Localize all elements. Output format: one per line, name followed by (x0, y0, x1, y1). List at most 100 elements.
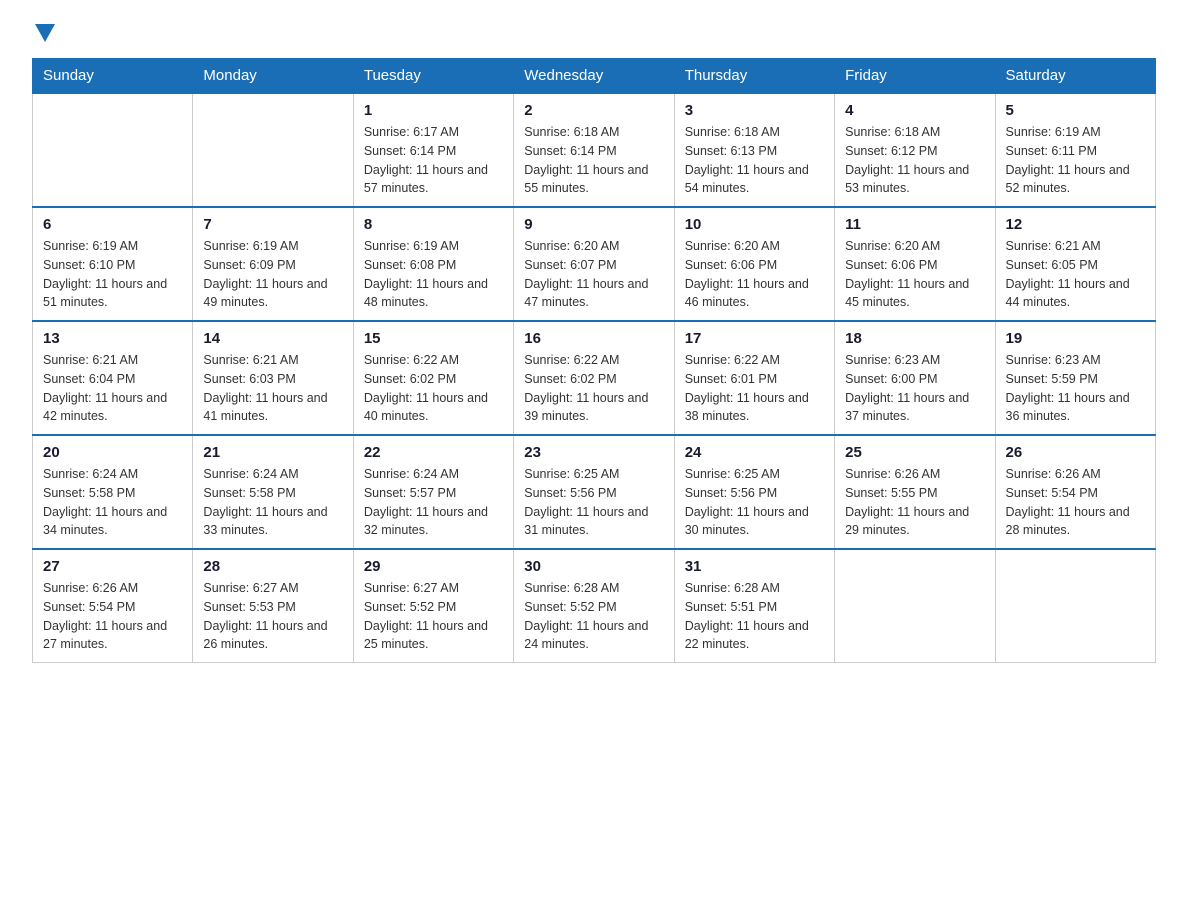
column-header-tuesday: Tuesday (353, 59, 513, 94)
day-number: 21 (203, 444, 342, 461)
day-number: 22 (364, 444, 503, 461)
day-info: Sunrise: 6:18 AM Sunset: 6:12 PM Dayligh… (845, 123, 984, 198)
day-number: 6 (43, 216, 182, 233)
day-info: Sunrise: 6:26 AM Sunset: 5:55 PM Dayligh… (845, 465, 984, 540)
week-row-1: 1 Sunrise: 6:17 AM Sunset: 6:14 PM Daylig… (33, 93, 1156, 207)
day-number: 4 (845, 102, 984, 119)
day-info: Sunrise: 6:28 AM Sunset: 5:52 PM Dayligh… (524, 579, 663, 654)
page-header (32, 24, 1156, 42)
day-info: Sunrise: 6:20 AM Sunset: 6:07 PM Dayligh… (524, 237, 663, 312)
day-info: Sunrise: 6:28 AM Sunset: 5:51 PM Dayligh… (685, 579, 824, 654)
day-number: 17 (685, 330, 824, 347)
day-number: 8 (364, 216, 503, 233)
column-header-sunday: Sunday (33, 59, 193, 94)
calendar-cell: 11 Sunrise: 6:20 AM Sunset: 6:06 PM Dayli… (835, 207, 995, 321)
week-row-2: 6Sunrise: 6:19 AM Sunset: 6:10 PM Daylig… (33, 207, 1156, 321)
calendar-cell: 15 Sunrise: 6:22 AM Sunset: 6:02 PM Dayli… (353, 321, 513, 435)
calendar-cell: 28 Sunrise: 6:27 AM Sunset: 5:53 PM Dayli… (193, 549, 353, 663)
day-info: Sunrise: 6:21 AM Sunset: 6:04 PM Dayligh… (43, 351, 182, 426)
calendar-cell: 6Sunrise: 6:19 AM Sunset: 6:10 PM Daylig… (33, 207, 193, 321)
day-info: Sunrise: 6:22 AM Sunset: 6:02 PM Dayligh… (364, 351, 503, 426)
day-number: 20 (43, 444, 182, 461)
day-info: Sunrise: 6:23 AM Sunset: 5:59 PM Dayligh… (1006, 351, 1145, 426)
calendar-cell: 31 Sunrise: 6:28 AM Sunset: 5:51 PM Dayli… (674, 549, 834, 663)
day-number: 23 (524, 444, 663, 461)
day-number: 30 (524, 558, 663, 575)
calendar-cell: 29 Sunrise: 6:27 AM Sunset: 5:52 PM Dayli… (353, 549, 513, 663)
day-info: Sunrise: 6:17 AM Sunset: 6:14 PM Dayligh… (364, 123, 503, 198)
calendar-cell: 24 Sunrise: 6:25 AM Sunset: 5:56 PM Dayli… (674, 435, 834, 549)
day-info: Sunrise: 6:22 AM Sunset: 6:01 PM Dayligh… (685, 351, 824, 426)
day-number: 11 (845, 216, 984, 233)
day-info: Sunrise: 6:19 AM Sunset: 6:08 PM Dayligh… (364, 237, 503, 312)
day-info: Sunrise: 6:24 AM Sunset: 5:58 PM Dayligh… (203, 465, 342, 540)
day-info: Sunrise: 6:27 AM Sunset: 5:52 PM Dayligh… (364, 579, 503, 654)
calendar-cell: 30 Sunrise: 6:28 AM Sunset: 5:52 PM Dayli… (514, 549, 674, 663)
calendar-cell: 18 Sunrise: 6:23 AM Sunset: 6:00 PM Dayli… (835, 321, 995, 435)
week-row-4: 20 Sunrise: 6:24 AM Sunset: 5:58 PM Dayli… (33, 435, 1156, 549)
day-number: 12 (1006, 216, 1145, 233)
day-number: 31 (685, 558, 824, 575)
calendar-cell: 12Sunrise: 6:21 AM Sunset: 6:05 PM Dayli… (995, 207, 1155, 321)
calendar-cell: 10 Sunrise: 6:20 AM Sunset: 6:06 PM Dayli… (674, 207, 834, 321)
calendar-header-row: SundayMondayTuesdayWednesdayThursdayFrid… (33, 59, 1156, 94)
column-header-monday: Monday (193, 59, 353, 94)
day-number: 7 (203, 216, 342, 233)
column-header-friday: Friday (835, 59, 995, 94)
logo-triangle-icon (35, 24, 55, 42)
day-info: Sunrise: 6:25 AM Sunset: 5:56 PM Dayligh… (685, 465, 824, 540)
day-number: 14 (203, 330, 342, 347)
day-info: Sunrise: 6:18 AM Sunset: 6:14 PM Dayligh… (524, 123, 663, 198)
day-info: Sunrise: 6:23 AM Sunset: 6:00 PM Dayligh… (845, 351, 984, 426)
day-info: Sunrise: 6:24 AM Sunset: 5:57 PM Dayligh… (364, 465, 503, 540)
day-number: 26 (1006, 444, 1145, 461)
day-number: 18 (845, 330, 984, 347)
day-number: 5 (1006, 102, 1145, 119)
day-info: Sunrise: 6:20 AM Sunset: 6:06 PM Dayligh… (845, 237, 984, 312)
day-number: 10 (685, 216, 824, 233)
day-number: 16 (524, 330, 663, 347)
calendar-cell: 22 Sunrise: 6:24 AM Sunset: 5:57 PM Dayli… (353, 435, 513, 549)
day-info: Sunrise: 6:24 AM Sunset: 5:58 PM Dayligh… (43, 465, 182, 540)
day-number: 15 (364, 330, 503, 347)
calendar-cell (193, 93, 353, 207)
calendar-cell: 5Sunrise: 6:19 AM Sunset: 6:11 PM Daylig… (995, 93, 1155, 207)
calendar-cell: 23 Sunrise: 6:25 AM Sunset: 5:56 PM Dayli… (514, 435, 674, 549)
day-number: 28 (203, 558, 342, 575)
day-number: 9 (524, 216, 663, 233)
calendar-cell: 26 Sunrise: 6:26 AM Sunset: 5:54 PM Dayli… (995, 435, 1155, 549)
calendar-cell: 19 Sunrise: 6:23 AM Sunset: 5:59 PM Dayli… (995, 321, 1155, 435)
calendar-cell: 7Sunrise: 6:19 AM Sunset: 6:09 PM Daylig… (193, 207, 353, 321)
day-number: 1 (364, 102, 503, 119)
day-info: Sunrise: 6:26 AM Sunset: 5:54 PM Dayligh… (43, 579, 182, 654)
calendar-cell: 2Sunrise: 6:18 AM Sunset: 6:14 PM Daylig… (514, 93, 674, 207)
week-row-3: 13 Sunrise: 6:21 AM Sunset: 6:04 PM Dayli… (33, 321, 1156, 435)
calendar-cell: 14 Sunrise: 6:21 AM Sunset: 6:03 PM Dayli… (193, 321, 353, 435)
day-info: Sunrise: 6:26 AM Sunset: 5:54 PM Dayligh… (1006, 465, 1145, 540)
calendar-cell: 13 Sunrise: 6:21 AM Sunset: 6:04 PM Dayli… (33, 321, 193, 435)
calendar-cell: 25Sunrise: 6:26 AM Sunset: 5:55 PM Dayli… (835, 435, 995, 549)
calendar-cell (33, 93, 193, 207)
day-number: 19 (1006, 330, 1145, 347)
calendar-cell: 20 Sunrise: 6:24 AM Sunset: 5:58 PM Dayli… (33, 435, 193, 549)
day-number: 29 (364, 558, 503, 575)
calendar-cell: 16Sunrise: 6:22 AM Sunset: 6:02 PM Dayli… (514, 321, 674, 435)
calendar-cell: 17 Sunrise: 6:22 AM Sunset: 6:01 PM Dayli… (674, 321, 834, 435)
calendar-cell: 9 Sunrise: 6:20 AM Sunset: 6:07 PM Daylig… (514, 207, 674, 321)
logo (32, 24, 58, 42)
column-header-saturday: Saturday (995, 59, 1155, 94)
day-info: Sunrise: 6:27 AM Sunset: 5:53 PM Dayligh… (203, 579, 342, 654)
calendar-cell: 3 Sunrise: 6:18 AM Sunset: 6:13 PM Daylig… (674, 93, 834, 207)
day-info: Sunrise: 6:25 AM Sunset: 5:56 PM Dayligh… (524, 465, 663, 540)
calendar-cell: 27Sunrise: 6:26 AM Sunset: 5:54 PM Dayli… (33, 549, 193, 663)
day-number: 24 (685, 444, 824, 461)
day-info: Sunrise: 6:20 AM Sunset: 6:06 PM Dayligh… (685, 237, 824, 312)
calendar-cell (995, 549, 1155, 663)
day-info: Sunrise: 6:21 AM Sunset: 6:03 PM Dayligh… (203, 351, 342, 426)
calendar-cell: 21 Sunrise: 6:24 AM Sunset: 5:58 PM Dayli… (193, 435, 353, 549)
day-info: Sunrise: 6:18 AM Sunset: 6:13 PM Dayligh… (685, 123, 824, 198)
day-number: 13 (43, 330, 182, 347)
calendar-table: SundayMondayTuesdayWednesdayThursdayFrid… (32, 58, 1156, 663)
calendar-cell: 8 Sunrise: 6:19 AM Sunset: 6:08 PM Daylig… (353, 207, 513, 321)
day-number: 3 (685, 102, 824, 119)
